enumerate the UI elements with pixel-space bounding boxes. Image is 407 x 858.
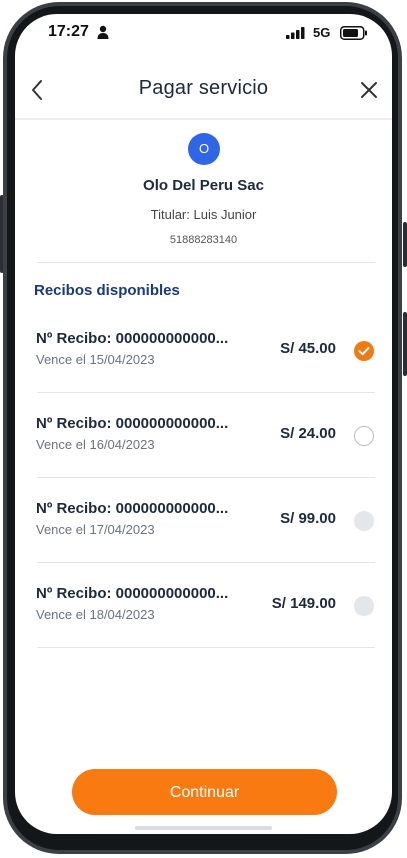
checkmark-icon [358,347,370,356]
account-holder: Titular: Luis Junior [150,207,257,222]
app-header: Pagar servicio [15,62,392,120]
network-label: 5G [313,25,331,40]
receipt-item[interactable]: Nº Recibo: 000000000000... Vence el 18/0… [15,585,392,670]
side-button-right-upper [403,222,407,267]
battery-icon [340,26,367,40]
phone-mockup: 17:27 5G Pagar servicio O Olo Del Peru S… [0,0,407,858]
divider [37,262,375,263]
divider [37,562,375,563]
divider [37,477,375,478]
company-name: Olo Del Peru Sac [143,177,264,194]
receipt-radio[interactable] [354,426,374,446]
section-title: Recibos disponibles [34,282,180,299]
receipt-number: Nº Recibo: 000000000000... [36,500,229,517]
receipt-amount: S/ 24.00 [280,425,336,442]
receipt-amount: S/ 149.00 [271,595,336,612]
receipt-radio-disabled[interactable] [354,511,374,531]
signal-icon [286,27,305,39]
receipt-item[interactable]: Nº Recibo: 000000000000... Vence el 16/0… [15,415,392,500]
company-avatar: O [188,133,220,165]
receipt-amount: S/ 99.00 [280,510,336,527]
receipt-due-date: Vence el 15/04/2023 [36,352,155,367]
receipt-amount: S/ 45.00 [280,340,336,357]
receipt-due-date: Vence el 18/04/2023 [36,607,155,622]
status-time: 17:27 [48,23,89,40]
status-bar: 17:27 5G [15,14,392,54]
account-number: 51888283140 [169,234,238,246]
receipt-number: Nº Recibo: 000000000000... [36,585,229,602]
receipt-number: Nº Recibo: 000000000000... [36,415,229,432]
page-title: Pagar servicio [138,77,269,99]
home-indicator [135,826,272,830]
person-icon [97,25,109,39]
side-button-right-lower [403,312,407,376]
receipt-due-date: Vence el 16/04/2023 [36,437,155,452]
divider [37,392,375,393]
receipt-due-date: Vence el 17/04/2023 [36,522,155,537]
close-icon[interactable] [359,80,379,100]
continue-button[interactable]: Continuar [72,769,337,815]
app-screen: 17:27 5G Pagar servicio O Olo Del Peru S… [15,14,392,834]
receipt-radio-checked[interactable] [354,341,374,361]
receipt-radio-disabled[interactable] [354,596,374,616]
receipt-number: Nº Recibo: 000000000000... [36,330,229,347]
receipt-item[interactable]: Nº Recibo: 000000000000... Vence el 15/0… [15,330,392,415]
receipt-item[interactable]: Nº Recibo: 000000000000... Vence el 17/0… [15,500,392,585]
divider [37,647,375,648]
